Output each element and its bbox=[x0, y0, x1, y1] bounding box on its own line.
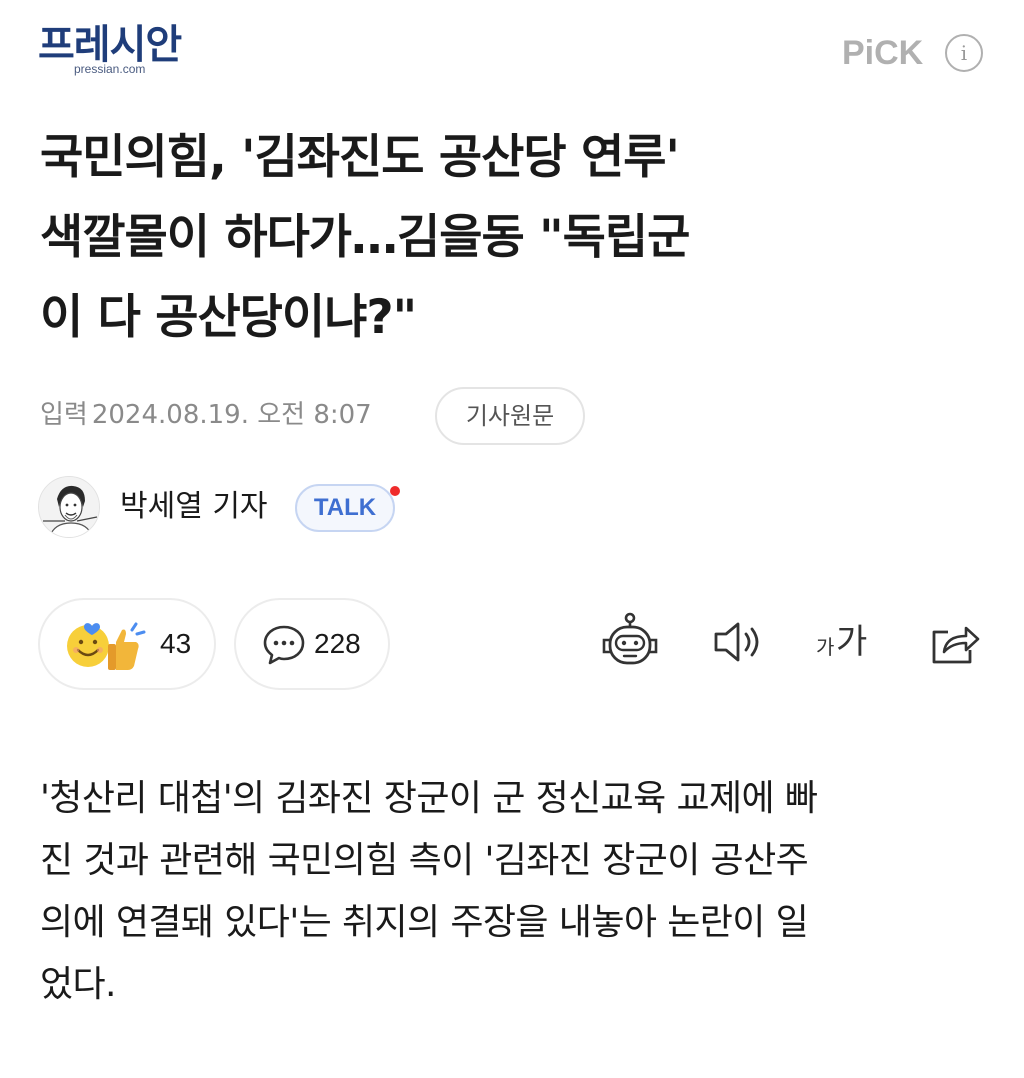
reaction-button[interactable]: 43 bbox=[38, 598, 216, 690]
comment-icon bbox=[263, 625, 305, 665]
share-button[interactable] bbox=[922, 610, 986, 674]
body-line: '청산리 대첩'의 김좌진 장군이 군 정신교육 교제에 빠 bbox=[40, 778, 818, 819]
avatar-sketch-icon bbox=[39, 477, 99, 537]
body-line: 의에 연결돼 있다'는 취지의 주장을 내놓아 논란이 일 bbox=[40, 902, 809, 943]
original-article-button[interactable]: 기사원문 bbox=[435, 387, 585, 445]
speaker-icon bbox=[714, 622, 759, 662]
title-line: 색깔몰이 하다가…김을동 "독립군 bbox=[40, 210, 690, 265]
ai-summary-robot-icon bbox=[602, 612, 658, 665]
reaction-emoji-icon bbox=[67, 622, 146, 670]
new-badge-dot bbox=[390, 486, 400, 496]
text-to-speech-button[interactable] bbox=[706, 610, 770, 674]
author-name[interactable]: 박세열 기자 bbox=[120, 486, 268, 528]
body-line: 진 것과 관련해 국민의힘 측이 '김좌진 장군이 공산주 bbox=[40, 840, 809, 881]
author-row: 박세열 기자 TALK bbox=[38, 476, 738, 540]
ai-summary-button[interactable] bbox=[598, 610, 662, 674]
comment-button[interactable]: 228 bbox=[234, 598, 390, 690]
share-icon bbox=[932, 626, 980, 664]
font-size-button[interactable]: 가 가 bbox=[810, 610, 874, 674]
title-line: 이 다 공산당이냐?" bbox=[40, 290, 417, 345]
article-body: '청산리 대첩'의 김좌진 장군이 군 정신교육 교제에 빠 진 것과 관련해 … bbox=[40, 768, 990, 1016]
date-label: 입력 bbox=[40, 400, 88, 430]
article-title: 국민의힘, '김좌진도 공산당 연루' 색깔몰이 하다가…김을동 "독립군 이 … bbox=[40, 118, 990, 358]
pressian-logo[interactable]: 프레시안 pressian.com bbox=[38, 20, 198, 80]
talk-button[interactable]: TALK bbox=[295, 484, 395, 532]
header: 프레시안 pressian.com PiCK i bbox=[0, 0, 1024, 100]
comment-count: 228 bbox=[314, 628, 361, 659]
font-size-large-glyph: 가 bbox=[836, 622, 868, 662]
body-line: 었다. bbox=[40, 964, 116, 1005]
font-size-small-glyph: 가 bbox=[816, 635, 835, 659]
pick-label[interactable]: PiCK bbox=[842, 34, 923, 72]
info-icon[interactable]: i bbox=[945, 34, 983, 72]
publish-date: 입력 2024.08.19. 오전 8:07 bbox=[40, 393, 372, 437]
title-line: 국민의힘, '김좌진도 공산당 연루' bbox=[40, 130, 680, 185]
author-avatar[interactable] bbox=[38, 476, 100, 538]
date-value: 2024.08.19. 오전 8:07 bbox=[91, 400, 372, 430]
logo-subtext: pressian.com bbox=[74, 62, 146, 76]
reaction-count: 43 bbox=[160, 628, 192, 659]
